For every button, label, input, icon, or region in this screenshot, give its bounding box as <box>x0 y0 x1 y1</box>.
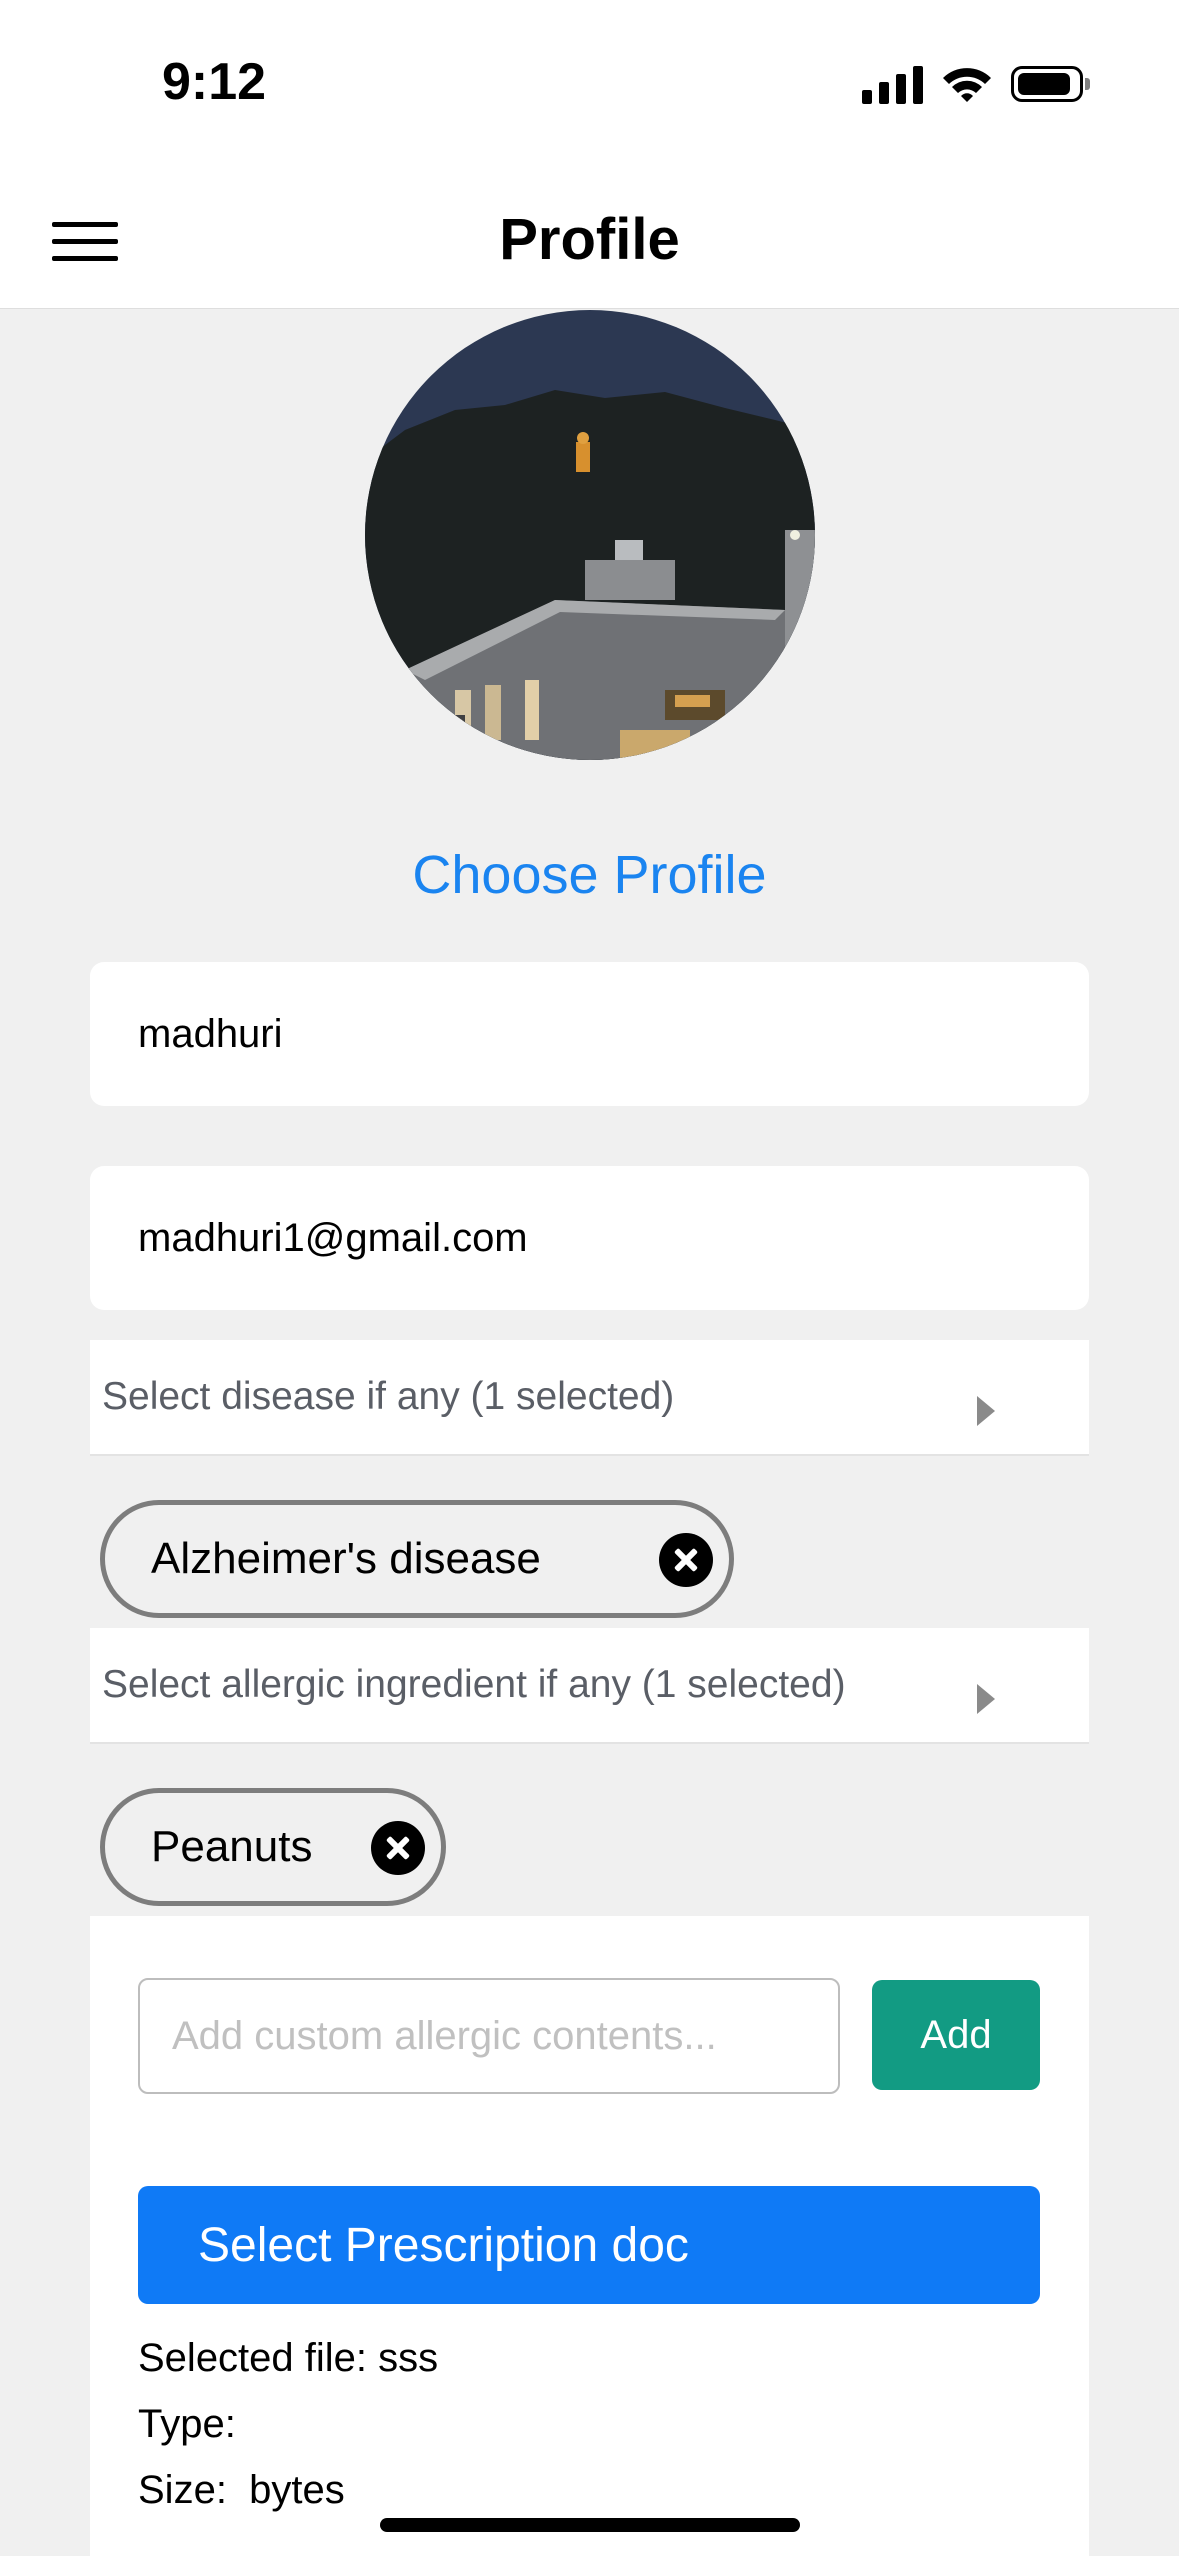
status-bar: 9:12 <box>0 0 1179 176</box>
close-circle-icon[interactable] <box>659 1533 713 1587</box>
file-type-text: Type: <box>138 2402 236 2446</box>
home-indicator <box>380 2518 800 2532</box>
email-field[interactable]: madhuri1@gmail.com <box>90 1166 1089 1310</box>
status-icons <box>862 64 1090 104</box>
status-time: 9:12 <box>162 53 267 111</box>
file-size-text: Size: bytes <box>138 2468 345 2512</box>
allergen-dropdown-label: Select allergic ingredient if any (1 sel… <box>102 1663 846 1706</box>
battery-icon <box>1011 66 1090 102</box>
chip-label: Peanuts <box>151 1822 313 1871</box>
selected-file-text: Selected file: sss <box>138 2336 439 2380</box>
custom-allergen-panel: Add Select Prescription doc Selected fil… <box>90 1916 1089 2556</box>
page-title: Profile <box>499 207 680 272</box>
chip-label: Alzheimer's disease <box>151 1534 541 1583</box>
name-field[interactable]: madhuri <box>90 962 1089 1106</box>
add-button[interactable]: Add <box>872 1980 1040 2090</box>
caret-right-icon <box>977 1684 995 1714</box>
caret-right-icon <box>977 1396 995 1426</box>
disease-dropdown[interactable]: Select disease if any (1 selected) <box>90 1340 1089 1456</box>
disease-chip: Alzheimer's disease <box>100 1500 734 1618</box>
choose-profile-link[interactable]: Choose Profile <box>0 844 1179 906</box>
close-circle-icon[interactable] <box>371 1821 425 1875</box>
select-prescription-button[interactable]: Select Prescription doc <box>138 2186 1040 2304</box>
allergen-chip: Peanuts <box>100 1788 446 1906</box>
wifi-icon <box>943 68 991 102</box>
nav-bar: Profile <box>0 176 1179 309</box>
disease-dropdown-label: Select disease if any (1 selected) <box>102 1375 675 1418</box>
allergen-dropdown[interactable]: Select allergic ingredient if any (1 sel… <box>90 1628 1089 1744</box>
custom-allergen-input[interactable] <box>138 1978 840 2094</box>
cellular-signal-icon <box>862 64 923 104</box>
profile-avatar <box>365 310 815 760</box>
